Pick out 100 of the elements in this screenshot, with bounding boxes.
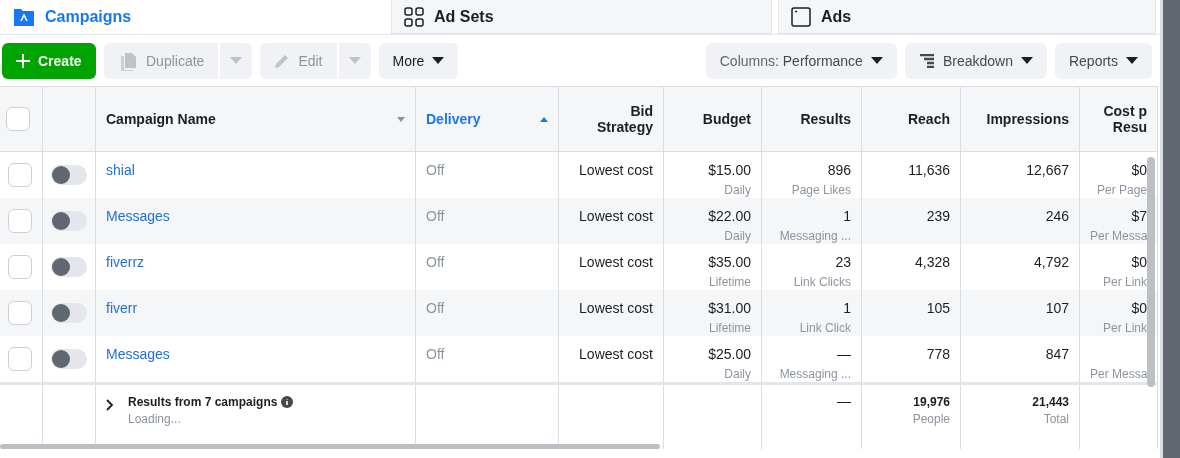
total-value: 19,976 [913,395,950,409]
menu-button[interactable]: Reports [1054,42,1152,79]
pencil-icon [274,52,291,69]
cell-caption: Lifetime [707,275,751,289]
cell-caption: People [911,412,950,426]
sort-ascending-icon[interactable] [540,116,548,122]
table-cell: — [837,346,851,362]
table-cell: Lowest cost [579,346,653,362]
table-cell: 105 [926,300,950,316]
table-cell: $15.00 [708,162,751,178]
table-cell: 12,667 [1026,162,1069,178]
toggle-switch[interactable] [51,211,87,231]
table-cell: 4,328 [914,254,950,270]
window-icon [791,6,811,27]
dropdown-button[interactable] [220,42,253,79]
caret-icon [432,57,445,64]
menu-button[interactable]: More [378,42,459,79]
cell-caption: Daily [723,367,751,381]
cell-caption: Per Link [1101,321,1147,335]
table-cell: Lowest cost [579,300,653,316]
caret-icon [870,57,883,64]
cell-caption: Daily [723,183,751,197]
grid-icon [404,6,424,27]
menu-button[interactable]: Breakdown [904,42,1047,79]
column-header[interactable]: Budget [702,111,751,127]
column-header[interactable]: Delivery [426,111,481,127]
scrollbar[interactable] [0,444,660,449]
checkbox[interactable] [8,163,32,187]
toggle-switch[interactable] [51,257,87,277]
cell-caption: Link Click [798,321,851,335]
column-header[interactable]: Impressions [986,111,1069,127]
cell-caption: Daily [723,229,751,243]
chevron-right-icon[interactable] [106,399,114,411]
plus-icon [16,53,30,68]
table-cell: $0 [1131,254,1147,270]
cell-caption: Per Page [1095,183,1147,197]
table-cell: $25.00 [708,346,751,362]
table-cell: — [837,393,851,409]
column-header[interactable]: Bid Strategy [596,103,653,135]
campaign-link[interactable]: Messages [106,346,170,362]
menu-button[interactable]: Columns: Performance [705,42,897,79]
delivery-status: Off [426,254,445,270]
table-cell: $35.00 [708,254,751,270]
cell-caption: Link Clicks [792,275,851,289]
campaign-link[interactable]: fiverr [106,300,138,316]
table-cell: $31.00 [708,300,751,316]
caret-icon [1126,57,1138,64]
checkbox[interactable] [8,209,32,233]
campaign-link[interactable]: shial [106,162,135,178]
campaign-link[interactable]: fiverrz [106,254,145,270]
breakdown-icon [918,53,935,68]
checkbox[interactable] [8,255,32,279]
table-cell: $0 [1131,300,1147,316]
table-cell: 107 [1045,300,1069,316]
toggle-switch[interactable] [51,165,87,185]
table-cell: 11,636 [908,162,950,178]
info-icon[interactable] [281,396,294,408]
table-cell: Lowest cost [579,254,653,270]
scrollbar[interactable] [1147,157,1155,387]
delivery-status: Off [426,300,445,316]
toggle-switch[interactable] [51,303,87,323]
checkbox[interactable] [6,107,30,131]
caret-icon[interactable] [397,116,405,122]
campaign-link[interactable]: Messages [106,208,170,224]
tab[interactable]: Ads [778,0,1156,34]
delivery-status: Off [426,346,445,362]
column-header[interactable]: Reach [907,111,950,127]
checkbox[interactable] [8,301,32,325]
toggle-switch[interactable] [51,349,87,369]
table-cell: Lowest cost [579,162,653,178]
table-cell: $7 [1131,208,1147,224]
copy-icon [118,50,138,71]
table-cell: $0 [1131,162,1147,178]
table-cell: 1 [843,300,851,316]
table-cell: 23 [835,254,851,270]
cell-caption: Page Likes [790,183,851,197]
column-header[interactable]: Campaign Name [106,111,216,127]
total-value: 21,443 [1032,395,1069,409]
table-cell: Lowest cost [579,208,653,224]
dropdown-button[interactable] [338,42,371,79]
cell-caption: Lifetime [707,321,751,335]
cell-caption: Messaging ... [778,229,851,243]
cell-caption: Messaging ... [778,367,851,381]
table-cell: 778 [926,346,950,362]
caret-icon [230,57,243,64]
checkbox[interactable] [8,347,32,371]
caret-icon [1020,57,1033,64]
column-header[interactable]: Cost p Resu [1103,103,1147,135]
table-cell: 246 [1045,208,1069,224]
column-header[interactable]: Results [800,111,851,127]
table-cell: 896 [827,162,851,178]
cell-caption: Per Messa [1090,367,1147,381]
summary-title: Results from 7 campaigns [128,395,278,409]
table-cell: 4,792 [1033,254,1069,270]
loading-text: Loading... [128,412,182,426]
folder-icon [13,6,35,27]
cell-caption: Per Messa [1090,229,1147,243]
delivery-status: Off [426,162,445,178]
tab[interactable]: Ad Sets [391,0,772,34]
table-cell: 239 [926,208,950,224]
